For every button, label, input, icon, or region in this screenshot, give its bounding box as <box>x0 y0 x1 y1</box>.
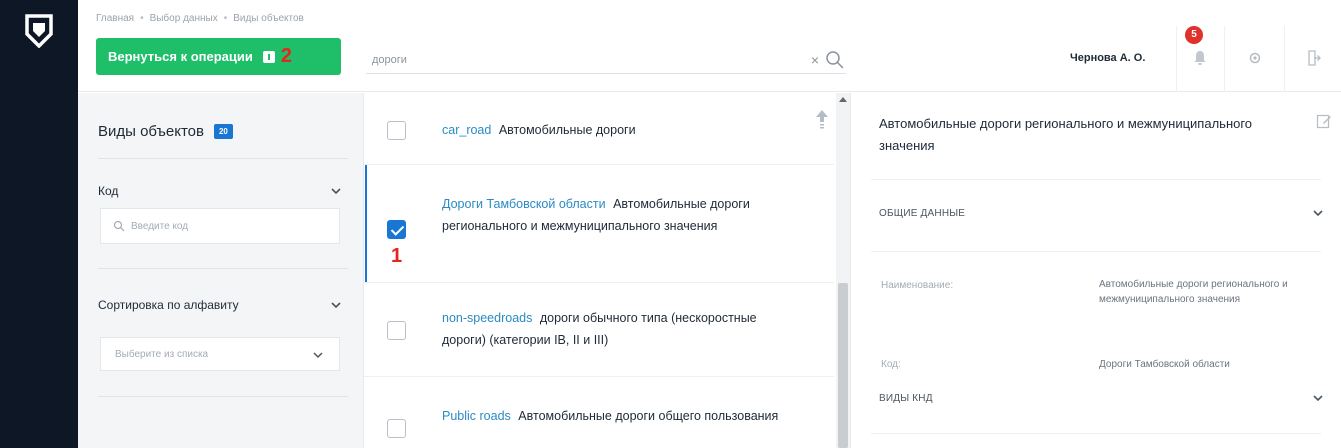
divider <box>871 433 1321 434</box>
logout-icon <box>1308 50 1321 66</box>
scroll-up-arrow-icon[interactable] <box>839 97 847 102</box>
back-to-operation-button[interactable]: Вернуться к операции 2 <box>96 38 341 75</box>
user-name[interactable]: Чернова А. О. <box>1070 52 1145 64</box>
sort-select-placeholder: Выберите из списка <box>115 348 209 360</box>
chevron-down-icon[interactable] <box>328 297 344 313</box>
item-name: Автомобильные дороги <box>498 123 636 137</box>
item-checkbox[interactable] <box>387 121 406 140</box>
logout-button[interactable] <box>1284 26 1341 92</box>
section-general-title[interactable]: ОБЩИЕ ДАННЫЕ <box>879 208 965 219</box>
breadcrumb: Главная • Выбор данных • Виды объектов <box>96 13 304 24</box>
detail-panel: Автомобильные дороги регионального и меж… <box>850 93 1341 448</box>
code-input[interactable]: Введите код <box>131 221 188 232</box>
list-item-text: Public roads Автомобильные дороги общего… <box>442 405 802 427</box>
code-search-field[interactable]: Введите код <box>100 208 340 244</box>
notifications-button[interactable]: 5 <box>1176 26 1224 92</box>
filter-panel-title: Виды объектов 20 <box>98 123 233 140</box>
clear-search-icon[interactable]: × <box>806 52 824 68</box>
sort-filter-label[interactable]: Сортировка по алфавиту <box>98 298 239 312</box>
item-checkbox-checked[interactable] <box>387 220 406 239</box>
list-item[interactable]: non-speedroads дороги обычного типа (нес… <box>364 283 834 377</box>
list-scrollbar[interactable] <box>836 93 850 448</box>
chevron-down-icon[interactable] <box>1311 391 1325 405</box>
breadcrumb-item-object-types: Виды объектов <box>233 13 304 24</box>
list-item-text: Дороги Тамбовской области Автомобильные … <box>442 193 802 237</box>
scroll-to-top-icon[interactable] <box>814 108 830 130</box>
settings-button[interactable] <box>1224 26 1284 92</box>
breadcrumb-separator: • <box>223 13 228 24</box>
scrollbar-thumb[interactable] <box>838 283 848 448</box>
list-item-text: non-speedroads дороги обычного типа (нес… <box>442 307 802 351</box>
divider <box>98 396 348 397</box>
app-rail <box>0 0 78 448</box>
field-name-value: Автомобильные дороги регионального и меж… <box>1099 279 1288 305</box>
chevron-down-icon[interactable] <box>1311 206 1325 220</box>
callout-number: 2 <box>280 45 292 67</box>
breadcrumb-separator: • <box>140 13 144 24</box>
item-checkbox[interactable] <box>387 321 406 340</box>
count-badge: 20 <box>213 124 233 139</box>
detail-title: Автомобильные дороги регионального и меж… <box>879 116 1253 153</box>
item-code-link[interactable]: non-speedroads <box>442 311 532 325</box>
breadcrumb-item-data-select[interactable]: Выбор данных <box>150 13 218 24</box>
gear-icon <box>1249 52 1261 64</box>
divider <box>871 251 1321 252</box>
field-code-key: Код: <box>881 359 901 370</box>
back-button-label: Вернуться к операции <box>108 49 253 64</box>
code-filter-label[interactable]: Код <box>98 184 118 198</box>
list-item[interactable]: Public roads Автомобильные дороги общего… <box>364 377 834 448</box>
list-item[interactable]: car_road Автомобильные дороги <box>364 93 834 165</box>
shield-logo-icon[interactable] <box>24 14 54 48</box>
sort-select[interactable]: Выберите из списка <box>100 337 340 371</box>
item-checkbox[interactable] <box>387 419 406 438</box>
bell-icon <box>1194 51 1206 65</box>
filter-title-text: Виды объектов <box>98 123 204 140</box>
object-types-list: car_road Автомобильные дороги 1 Дороги Т… <box>364 93 850 448</box>
list-item-text: car_road Автомобильные дороги <box>442 119 802 141</box>
section-knd-title[interactable]: ВИДЫ КНД <box>879 393 933 404</box>
divider <box>98 158 348 159</box>
item-code-link[interactable]: Дороги Тамбовской области <box>442 197 606 211</box>
top-bar: Главная • Выбор данных • Виды объектов В… <box>78 0 1341 92</box>
item-code-link[interactable]: car_road <box>442 123 491 137</box>
divider <box>871 179 1321 180</box>
divider <box>98 268 348 269</box>
chevron-down-icon[interactable] <box>328 183 344 199</box>
item-name: Автомобильные дороги общего пользования <box>518 409 779 423</box>
search-input[interactable]: дороги <box>366 54 806 66</box>
chevron-down-icon <box>313 352 323 359</box>
field-code-value: Дороги Тамбовской области <box>1099 359 1230 370</box>
callout-number: 1 <box>391 245 403 267</box>
item-code-link[interactable]: Public roads <box>442 409 511 423</box>
edit-icon[interactable] <box>1316 113 1332 129</box>
mini-indicator-icon <box>262 50 275 63</box>
notifications-badge: 5 <box>1185 26 1203 44</box>
search-icon[interactable] <box>824 49 846 71</box>
search-field[interactable]: дороги × <box>366 46 846 74</box>
filter-panel: Виды объектов 20 Код Введите код Сортиро… <box>78 93 364 448</box>
search-icon <box>113 220 125 232</box>
breadcrumb-item-home[interactable]: Главная <box>96 13 134 24</box>
field-name-key: Наименование: <box>881 280 954 291</box>
list-item-selected[interactable]: 1 Дороги Тамбовской области Автомобильны… <box>364 165 834 283</box>
